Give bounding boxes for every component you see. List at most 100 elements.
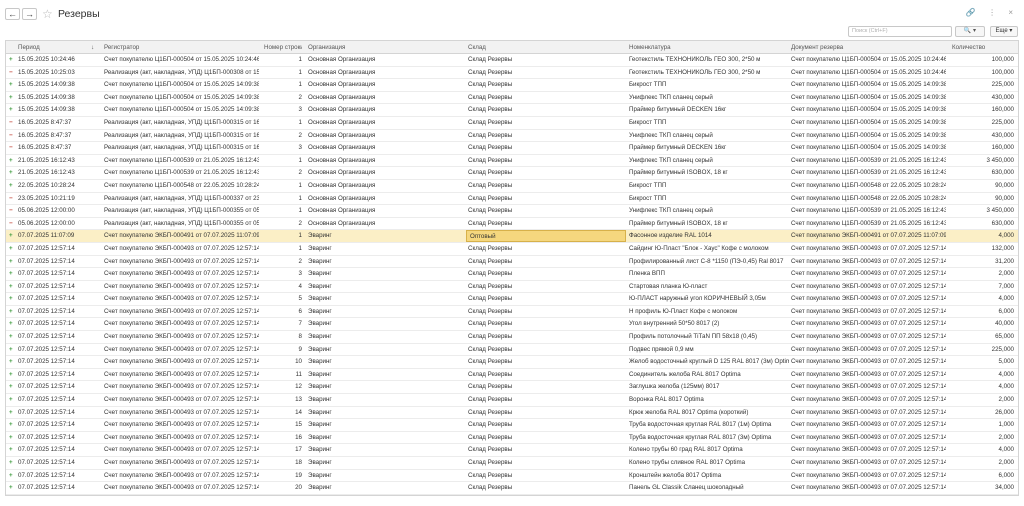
cell-line-number: 1 bbox=[298, 207, 302, 215]
cell-period: 07.07.2025 12:57:14 bbox=[18, 257, 75, 265]
cell-registrar: Счет покупателю ЭКБП-000493 от 07.07.202… bbox=[104, 270, 259, 278]
search-input[interactable]: Поиск (Ctrl+F) bbox=[848, 26, 952, 37]
cell-registrar: Счет покупателю ЭКБП-000491 от 07.07.202… bbox=[104, 232, 259, 240]
table-row[interactable]: −05.06.2025 12:00:00 Реализация (акт, нак… bbox=[6, 218, 1018, 231]
column-header-nomenclature[interactable]: Номенклатура bbox=[629, 41, 789, 54]
table-row[interactable]: +07.07.2025 12:57:14 Счет покупателю ЭКБП… bbox=[6, 293, 1018, 306]
more-button[interactable]: Еще ▾ bbox=[990, 26, 1018, 37]
table-row[interactable]: +07.07.2025 12:57:14 Счет покупателю ЭКБП… bbox=[6, 369, 1018, 382]
cell-warehouse: Склад Резервы bbox=[468, 93, 513, 101]
cell-registrar: Счет покупателю Ц1БП-000504 от 15.05.202… bbox=[104, 56, 259, 63]
table-row[interactable]: +07.07.2025 12:57:14 Счет покупателю ЭКБП… bbox=[6, 482, 1018, 495]
column-header-registrar[interactable]: Регистратор bbox=[104, 41, 259, 54]
table-row[interactable]: +07.07.2025 12:57:14 Счет покупателю ЭКБП… bbox=[6, 470, 1018, 483]
table-row[interactable]: +07.07.2025 12:57:14 Счет покупателю ЭКБП… bbox=[6, 344, 1018, 357]
column-header-line-number[interactable]: Номер строки bbox=[264, 41, 302, 54]
cell-period: 05.06.2025 12:00:00 bbox=[18, 219, 75, 227]
cell-quantity: 3 450,000 bbox=[986, 207, 1014, 215]
cell-reserve-document: Счет покупателю Ц1БП-000548 от 22.05.202… bbox=[791, 181, 946, 189]
cell-registrar: Счет покупателю Ц1БП-000504 от 15.05.202… bbox=[104, 81, 259, 89]
cell-line-number: 3 bbox=[298, 106, 302, 114]
table-row[interactable]: +07.07.2025 12:57:14 Счет покупателю ЭКБП… bbox=[6, 256, 1018, 269]
cell-registrar: Реализация (акт, накладная, УПД) Ц1БП-00… bbox=[104, 194, 259, 202]
table-row[interactable]: +21.05.2025 16:12:43 Счет покупателю Ц1БП… bbox=[6, 167, 1018, 180]
cell-warehouse: Склад Резервы bbox=[468, 169, 513, 177]
cell-reserve-document: Счет покупателю ЭКБП-000493 от 07.07.202… bbox=[791, 421, 946, 429]
cell-organization: Эваринг bbox=[308, 270, 332, 278]
table-row[interactable]: +07.07.2025 12:57:14 Счет покупателю ЭКБП… bbox=[6, 444, 1018, 457]
cell-quantity: 630,000 bbox=[991, 169, 1014, 177]
movement-income-icon: + bbox=[9, 396, 13, 404]
movement-income-icon: + bbox=[9, 181, 13, 189]
table-row[interactable]: +07.07.2025 12:57:14 Счет покупателю ЭКБП… bbox=[6, 394, 1018, 407]
table-row[interactable]: −23.05.2025 10:21:19 Реализация (акт, нак… bbox=[6, 193, 1018, 206]
table-row[interactable]: −16.05.2025 8:47:37 Реализация (акт, накл… bbox=[6, 117, 1018, 130]
column-header-warehouse[interactable]: Склад bbox=[468, 41, 624, 54]
movement-expense-icon: − bbox=[9, 68, 13, 76]
table-row[interactable]: −05.06.2025 12:00:00 Реализация (акт, нак… bbox=[6, 205, 1018, 218]
column-header-reserve-document[interactable]: Документ резерва bbox=[791, 41, 946, 54]
window-controls[interactable]: 🔗 ⋮ × bbox=[966, 8, 1018, 17]
cell-reserve-document: Счет покупателю ЭКБП-000493 от 07.07.202… bbox=[791, 333, 946, 341]
cell-warehouse: Склад Резервы bbox=[468, 408, 513, 416]
cell-organization: Основная Организация bbox=[308, 181, 376, 189]
cell-quantity: 4,000 bbox=[998, 446, 1014, 454]
cell-warehouse: Склад Резервы bbox=[468, 295, 513, 303]
table-row[interactable]: +07.07.2025 12:57:14 Счет покупателю ЭКБП… bbox=[6, 306, 1018, 319]
cell-reserve-document: Счет покупателю ЭКБП-000493 от 07.07.202… bbox=[791, 307, 946, 315]
table-row[interactable]: −16.05.2025 8:47:37 Реализация (акт, накл… bbox=[6, 142, 1018, 155]
cell-period: 07.07.2025 12:57:14 bbox=[18, 345, 75, 353]
cell-reserve-document: Счет покупателю ЭКБП-000493 от 07.07.202… bbox=[791, 484, 946, 492]
cell-warehouse: Склад Резервы bbox=[468, 484, 513, 492]
table-row[interactable]: +22.05.2025 10:28:24 Счет покупателю Ц1БП… bbox=[6, 180, 1018, 193]
cell-line-number: 1 bbox=[298, 56, 302, 63]
table-row[interactable]: −15.05.2025 10:25:03 Реализация (акт, нак… bbox=[6, 67, 1018, 80]
cell-quantity: 225,000 bbox=[991, 345, 1014, 353]
favorite-star-icon[interactable]: ☆ bbox=[42, 7, 53, 21]
table-row[interactable]: +07.07.2025 12:57:14 Счет покупателю ЭКБП… bbox=[6, 243, 1018, 256]
cell-reserve-document: Счет покупателю Ц1БП-000504 от 15.05.202… bbox=[791, 81, 946, 89]
cell-line-number: 16 bbox=[295, 433, 302, 441]
table-row[interactable]: +07.07.2025 12:57:14 Счет покупателю ЭКБП… bbox=[6, 432, 1018, 445]
cell-quantity: 4,000 bbox=[998, 232, 1014, 240]
search-button[interactable]: 🔍 ▾ bbox=[955, 26, 985, 37]
table-row[interactable]: +21.05.2025 16:12:43 Счет покупателю Ц1БП… bbox=[6, 155, 1018, 168]
table-row[interactable]: +07.07.2025 12:57:14 Счет покупателю ЭКБП… bbox=[6, 268, 1018, 281]
forward-icon[interactable]: → bbox=[22, 8, 37, 20]
cell-registrar: Счет покупателю Ц1БП-000504 от 15.05.202… bbox=[104, 106, 259, 114]
table-row[interactable]: +15.05.2025 14:09:38 Счет покупателю Ц1БП… bbox=[6, 104, 1018, 117]
table-row[interactable]: +15.05.2025 14:09:38 Счет покупателю Ц1БП… bbox=[6, 79, 1018, 92]
cell-nomenclature: Бикрост ТПП bbox=[629, 181, 667, 189]
table-row[interactable]: +07.07.2025 12:57:14 Счет покупателю ЭКБП… bbox=[6, 281, 1018, 294]
cell-organization: Эваринг bbox=[308, 333, 332, 341]
cell-registrar: Реализация (акт, накладная, УПД) Ц1БП-00… bbox=[104, 219, 259, 227]
cell-period: 07.07.2025 11:07:09 bbox=[18, 232, 75, 240]
table-row[interactable]: +15.05.2025 10:24:46 Счет покупателю Ц1БП… bbox=[6, 54, 1018, 67]
cell-warehouse: Склад Резервы bbox=[468, 181, 513, 189]
cell-organization: Эваринг bbox=[308, 358, 332, 366]
table-row[interactable]: +07.07.2025 12:57:14 Счет покупателю ЭКБП… bbox=[6, 356, 1018, 369]
table-row[interactable]: +15.05.2025 14:09:38 Счет покупателю Ц1БП… bbox=[6, 92, 1018, 105]
cell-line-number: 3 bbox=[298, 144, 302, 152]
table-row[interactable]: +07.07.2025 12:57:14 Счет покупателю ЭКБП… bbox=[6, 318, 1018, 332]
cell-line-number: 2 bbox=[298, 131, 302, 139]
cell-warehouse: Склад Резервы bbox=[468, 421, 513, 429]
cell-warehouse: Склад Резервы bbox=[468, 106, 513, 114]
cell-period: 15.05.2025 10:25:03 bbox=[18, 68, 75, 76]
cell-registrar: Счет покупателю ЭКБП-000493 от 07.07.202… bbox=[104, 257, 259, 265]
table-row[interactable]: +07.07.2025 12:57:14 Счет покупателю ЭКБП… bbox=[6, 331, 1018, 344]
movement-income-icon: + bbox=[9, 484, 13, 492]
table-row[interactable]: +07.07.2025 12:57:14 Счет покупателю ЭКБП… bbox=[6, 457, 1018, 470]
cell-warehouse: Склад Резервы bbox=[468, 194, 513, 202]
table-row[interactable]: +07.07.2025 12:57:14 Счет покупателю ЭКБП… bbox=[6, 381, 1018, 395]
table-row[interactable]: +07.07.2025 12:57:14 Счет покупателю ЭКБП… bbox=[6, 419, 1018, 432]
column-header-quantity[interactable]: Количество bbox=[952, 41, 1018, 54]
movement-income-icon: + bbox=[9, 459, 13, 466]
table-row[interactable]: +07.07.2025 11:07:09 Счет покупателю ЭКБП… bbox=[6, 230, 1018, 243]
table-row[interactable]: −16.05.2025 8:47:37 Реализация (акт, накл… bbox=[6, 130, 1018, 143]
back-icon[interactable]: ← bbox=[5, 8, 20, 20]
column-header-organization[interactable]: Организация bbox=[308, 41, 464, 54]
movement-income-icon: + bbox=[9, 307, 13, 315]
cell-organization: Эваринг bbox=[308, 282, 332, 290]
table-row[interactable]: +07.07.2025 12:57:14 Счет покупателю ЭКБП… bbox=[6, 407, 1018, 420]
